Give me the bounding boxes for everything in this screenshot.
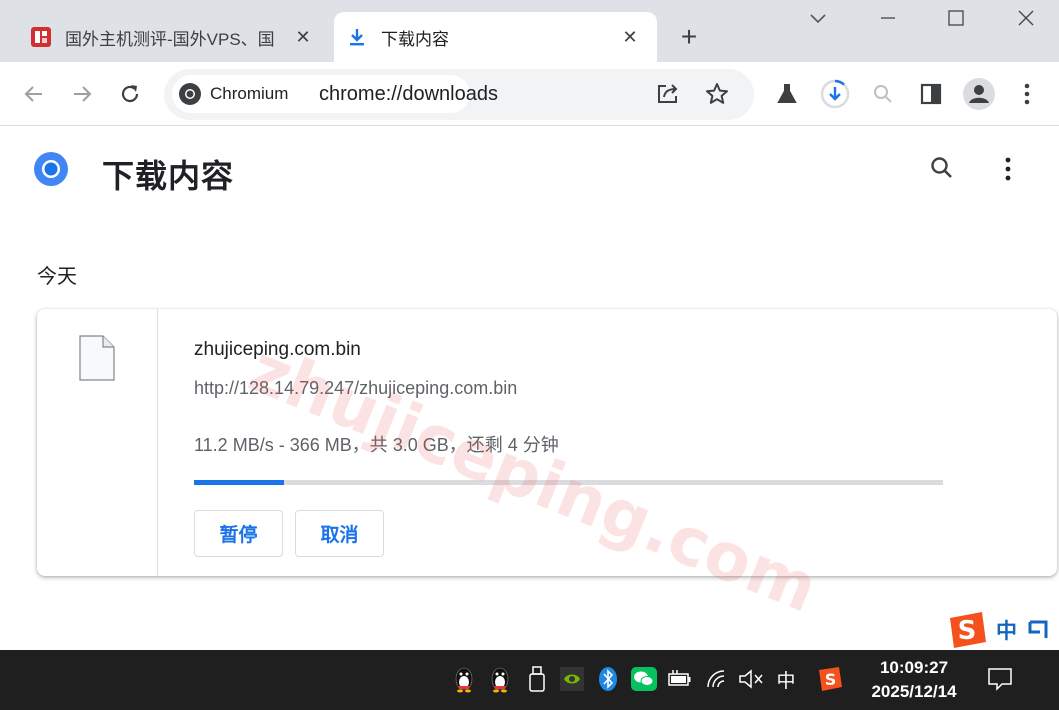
section-date-heading: 今天	[37, 266, 77, 288]
page-title: 下载内容	[102, 158, 235, 194]
tab-title: 国外主机测评-国外VPS、国	[65, 29, 275, 49]
wifi-icon[interactable]	[702, 664, 732, 694]
taskbar: 中 S 10:09:27 2025/12/14	[0, 650, 1059, 710]
notification-center-icon[interactable]	[985, 664, 1015, 694]
file-icon-area	[37, 309, 158, 576]
site-favicon-icon	[30, 26, 52, 48]
svg-text:S: S	[825, 670, 837, 689]
clock-time: 10:09:27	[879, 658, 949, 677]
new-tab-plus-icon[interactable]: +	[673, 22, 705, 54]
tab-search-chevron-icon[interactable]	[798, 8, 838, 36]
back-icon[interactable]	[16, 76, 52, 112]
clock-date: 2025/12/14	[871, 682, 957, 701]
tab-title: 下载内容	[381, 29, 449, 49]
more-menu-icon[interactable]	[1009, 76, 1045, 112]
file-icon	[79, 335, 115, 386]
download-progress-fill	[194, 480, 284, 485]
forward-icon[interactable]	[64, 76, 100, 112]
tab-zhujiceping[interactable]: 国外主机测评-国外VPS、国 ✕	[18, 12, 330, 62]
download-icon	[346, 26, 368, 48]
toolbar: Chromium chrome://downloads	[0, 62, 1059, 126]
minimize-icon[interactable]	[868, 8, 908, 36]
chromium-logo-icon	[178, 82, 202, 106]
sogou-logo-icon: S	[946, 610, 988, 650]
usb-drive-icon[interactable]	[522, 664, 552, 694]
ime-punctuation-icon[interactable]	[1027, 618, 1049, 642]
share-icon[interactable]	[650, 76, 686, 112]
cancel-button[interactable]: 取消	[295, 510, 384, 557]
nvidia-icon[interactable]	[557, 664, 587, 694]
taskbar-clock[interactable]: 10:09:27 2025/12/14	[860, 656, 968, 704]
qq-penguin-icon[interactable]	[449, 664, 479, 694]
reload-icon[interactable]	[112, 76, 148, 112]
window-close-icon[interactable]	[1006, 8, 1046, 36]
omnibox[interactable]: Chromium chrome://downloads	[164, 69, 754, 120]
maximize-icon[interactable]	[936, 8, 976, 36]
search-icon[interactable]	[929, 155, 955, 186]
battery-plug-icon[interactable]	[665, 664, 695, 694]
tab-downloads[interactable]: 下载内容 ✕	[334, 12, 657, 62]
ime-toolbar[interactable]: S 中	[946, 610, 1059, 650]
tray-ime-label[interactable]: 中	[771, 664, 801, 694]
qq-penguin-icon[interactable]	[485, 664, 515, 694]
close-icon[interactable]: ✕	[619, 26, 641, 48]
flask-icon[interactable]	[769, 76, 805, 112]
chrome-logo-icon	[32, 150, 70, 193]
download-progress-icon[interactable]	[817, 76, 853, 112]
zoom-search-icon[interactable]	[865, 76, 901, 112]
close-icon[interactable]: ✕	[292, 26, 314, 48]
tab-strip: 国外主机测评-国外VPS、国 ✕ 下载内容 ✕ +	[0, 0, 1059, 62]
side-panel-icon[interactable]	[913, 76, 949, 112]
screen: { "browser": { "tabs": [ {"title": "国外主机…	[0, 0, 1059, 710]
more-actions-icon[interactable]	[1004, 157, 1012, 186]
svg-text:S: S	[958, 616, 977, 646]
pause-button[interactable]: 暂停	[194, 510, 283, 557]
bluetooth-icon[interactable]	[593, 664, 623, 694]
downloads-header: 下载内容	[0, 127, 1059, 217]
profile-avatar-icon[interactable]	[961, 76, 997, 112]
site-chip-label: Chromium	[210, 84, 289, 103]
bookmark-star-icon[interactable]	[699, 76, 735, 112]
volume-muted-icon[interactable]	[736, 664, 766, 694]
wechat-icon[interactable]	[629, 664, 659, 694]
ime-mode-label: 中	[996, 620, 1017, 643]
url-text[interactable]: chrome://downloads	[319, 83, 498, 106]
sogou-tray-icon[interactable]: S	[815, 664, 845, 694]
